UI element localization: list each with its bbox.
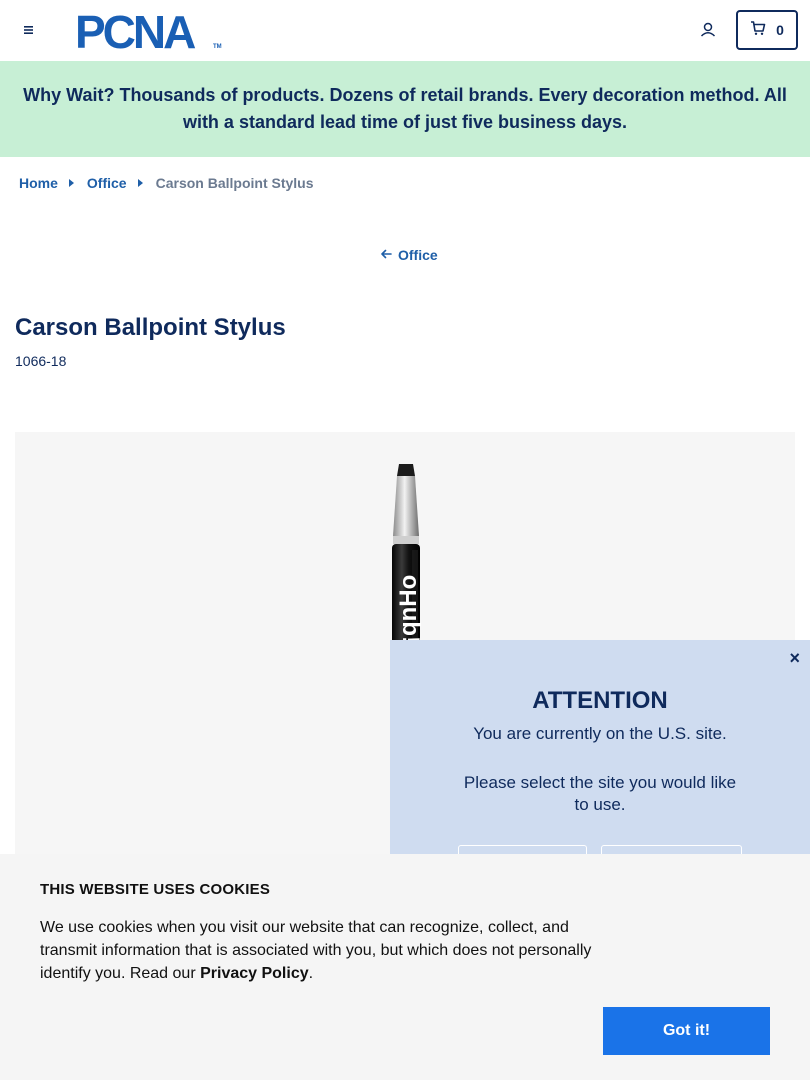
caret-right-icon: [68, 179, 74, 187]
modal-current-site-text: You are currently on the U.S. site.: [473, 724, 727, 743]
cookie-description: We use cookies when you visit our websit…: [40, 916, 610, 985]
breadcrumb-current: Carson Ballpoint Stylus: [155, 175, 314, 191]
back-link-label: Office: [398, 247, 438, 263]
breadcrumb-office[interactable]: Office: [87, 175, 127, 191]
promo-text: Why Wait? Thousands of products. Dozens …: [23, 85, 787, 132]
product-sku: 1066-18: [15, 353, 67, 369]
pcna-logo[interactable]: PCNA TM: [75, 6, 225, 58]
cookie-title: THIS WEBSITE USES COOKIES: [40, 881, 271, 898]
close-icon[interactable]: ×: [789, 648, 800, 669]
cart-icon: [750, 20, 766, 41]
caret-right-icon: [137, 179, 143, 187]
cookie-text: We use cookies when you visit our websit…: [40, 919, 592, 982]
modal-select-site-text: Please select the site you would like to…: [463, 773, 737, 814]
arrow-left-icon: [380, 247, 392, 263]
hamburger-menu-icon[interactable]: [18, 20, 38, 40]
breadcrumb: Home Office Carson Ballpoint Stylus: [19, 175, 314, 191]
promo-banner: Why Wait? Thousands of products. Dozens …: [0, 61, 810, 157]
privacy-policy-link[interactable]: Privacy Policy: [200, 965, 309, 982]
breadcrumb-home[interactable]: Home: [19, 175, 58, 191]
pen-imprint: ¡qnHo: [395, 575, 422, 644]
site-header: PCNA TM 0: [0, 0, 810, 61]
cart-button[interactable]: 0: [736, 10, 798, 50]
accept-cookies-button[interactable]: Got it!: [603, 1007, 770, 1055]
modal-title: ATTENTION: [532, 687, 668, 714]
region-select-modal: × ATTENTION You are currently on the U.S…: [390, 640, 810, 861]
product-title: Carson Ballpoint Stylus: [15, 314, 286, 341]
back-to-office-link[interactable]: Office: [380, 247, 438, 263]
logo-tm: TM: [213, 44, 222, 50]
user-icon[interactable]: [697, 19, 719, 41]
logo-text: PCNA: [75, 10, 195, 52]
cart-count: 0: [776, 22, 784, 38]
cookie-banner: THIS WEBSITE USES COOKIES We use cookies…: [0, 854, 810, 1080]
cookie-text-end: .: [308, 965, 314, 982]
